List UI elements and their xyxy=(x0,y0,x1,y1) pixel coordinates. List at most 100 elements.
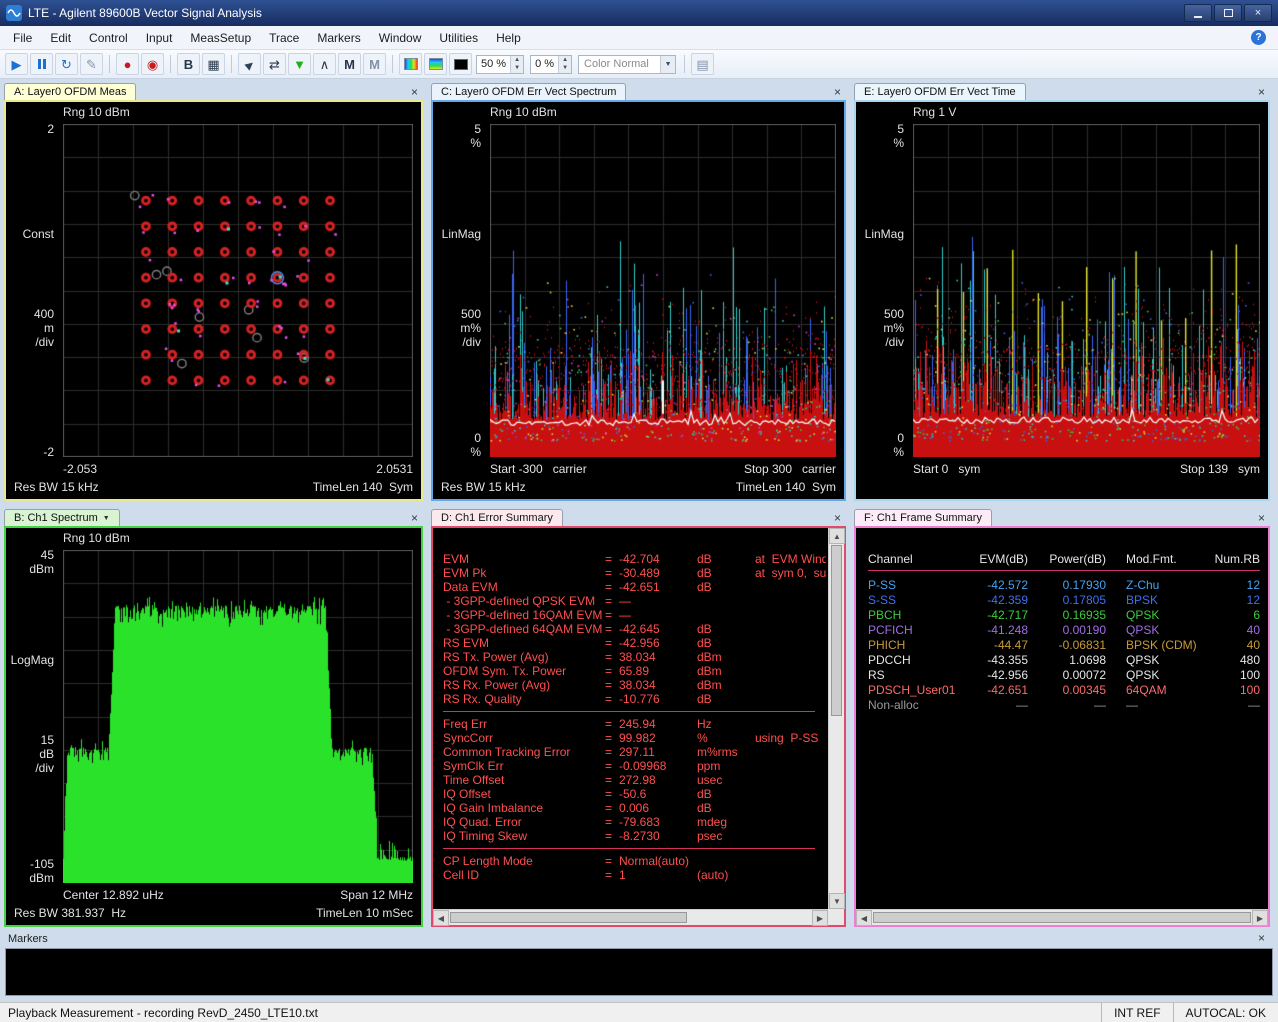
bold-b-button[interactable]: B xyxy=(177,53,200,75)
scroll-left-icon[interactable]: ◀ xyxy=(856,910,872,926)
scroll-thumb[interactable] xyxy=(831,545,842,716)
panel-title: D: Ch1 Error Summary xyxy=(441,512,553,524)
menu-window[interactable]: Window xyxy=(370,26,431,49)
evm-spectrum-plot[interactable] xyxy=(490,124,836,457)
menu-markers[interactable]: Markers xyxy=(308,26,369,49)
scroll-right-icon[interactable]: ▶ xyxy=(1252,910,1268,926)
panel-ofdm-meas: A: Layer0 OFDM Meas × Rng 10 dBm 2 Const… xyxy=(4,82,423,501)
x-axis-labels: -2.0532.0531 xyxy=(63,462,413,477)
maximize-button[interactable] xyxy=(1214,4,1242,22)
vertical-scrollbar[interactable]: ▲ ▼ xyxy=(828,528,844,909)
error-summary-row: RS EVM=-42.956dB xyxy=(443,636,826,650)
frame-summary-rows: P-SS-42.5720.17930Z-Chu12S-SS-42.3590.17… xyxy=(868,578,1262,713)
record-setup-button[interactable]: ◉ xyxy=(141,53,164,75)
record-button[interactable]: ● xyxy=(116,53,139,75)
close-button[interactable]: × xyxy=(1244,4,1272,22)
scroll-left-icon[interactable]: ◀ xyxy=(433,910,449,926)
frame-summary-row[interactable]: PCFICH-41.2480.00190QPSK40 xyxy=(868,623,1262,638)
spectrogram-button[interactable] xyxy=(399,53,422,75)
y-axis-labels: 2 Const 400m/div -2 xyxy=(6,124,59,457)
scroll-up-icon[interactable]: ▲ xyxy=(829,528,845,544)
scroll-down-icon[interactable]: ▼ xyxy=(829,893,845,909)
frame-summary-row[interactable]: PDCCH-43.3551.0698QPSK480 xyxy=(868,653,1262,668)
horizontal-scrollbar[interactable]: ◀ ▶ xyxy=(856,909,1268,925)
zoom-value: 50 % xyxy=(477,58,510,70)
frame-summary-row[interactable]: PBCH-42.7170.16935QPSK6 xyxy=(868,608,1262,623)
close-icon[interactable]: × xyxy=(1253,86,1270,100)
error-summary-row: Time Offset=272.98usec xyxy=(443,773,826,787)
minimize-button[interactable] xyxy=(1184,4,1212,22)
marker-m1-button[interactable]: M xyxy=(338,53,361,75)
close-icon[interactable]: × xyxy=(406,512,423,526)
layout-grid-button[interactable]: ▦ xyxy=(202,53,225,75)
menu-edit[interactable]: Edit xyxy=(41,26,80,49)
menu-control[interactable]: Control xyxy=(80,26,137,49)
constellation-plot[interactable] xyxy=(63,124,413,457)
move-trace-button[interactable]: ⇄ xyxy=(263,53,286,75)
error-summary-row: OFDM Sym. Tx. Power=65.89dBm xyxy=(443,664,826,678)
marker-m2-button[interactable]: M xyxy=(363,53,386,75)
scrollbar-corner xyxy=(828,909,844,925)
frame-summary-row[interactable]: PDSCH_User01-42.6510.0034564QAM100 xyxy=(868,683,1262,698)
edit-button[interactable]: ✎ xyxy=(80,53,103,75)
spin-down-icon[interactable]: ▼ xyxy=(559,64,571,73)
scroll-thumb[interactable] xyxy=(450,912,687,923)
panel-tab-c[interactable]: C: Layer0 OFDM Err Vect Spectrum xyxy=(431,83,626,100)
panel-tab-b[interactable]: B: Ch1 Spectrum▼ xyxy=(4,509,120,526)
spin-down-icon[interactable]: ▼ xyxy=(511,64,523,73)
spin-up-icon[interactable]: ▲ xyxy=(559,56,571,65)
menu-help[interactable]: Help xyxy=(487,26,530,49)
help-icon[interactable]: ? xyxy=(1251,30,1266,45)
evm-time-plot[interactable] xyxy=(913,124,1260,457)
scroll-right-icon[interactable]: ▶ xyxy=(812,910,828,926)
close-icon[interactable]: × xyxy=(1253,932,1270,946)
x-axis-labels: Center 12.892 uHzSpan 12 MHz xyxy=(63,888,413,903)
horizontal-scrollbar[interactable]: ◀ ▶ xyxy=(433,909,828,925)
spin-up-icon[interactable]: ▲ xyxy=(511,56,523,65)
menu-utilities[interactable]: Utilities xyxy=(430,26,487,49)
scroll-thumb[interactable] xyxy=(873,912,1251,923)
spectrum-plot[interactable] xyxy=(63,550,413,883)
peak-search-button[interactable]: ∧ xyxy=(313,53,336,75)
panel-tab-d[interactable]: D: Ch1 Error Summary xyxy=(431,509,563,526)
report-button[interactable]: ▤ xyxy=(691,53,714,75)
frame-summary-row[interactable]: PHICH-44.47-0.06831BPSK (CDM)40 xyxy=(868,638,1262,653)
frame-summary-row[interactable]: S-SS-42.3590.17805BPSK12 xyxy=(868,593,1262,608)
frame-summary-row[interactable]: Non-alloc———— xyxy=(868,698,1262,713)
y-axis-labels: 5% LinMag 500m%/div 0% xyxy=(856,124,909,457)
menu-file[interactable]: File xyxy=(4,26,41,49)
frame-summary-header: Channel EVM(dB) Power(dB) Mod.Fmt. Num.R… xyxy=(868,552,1262,567)
marker-down-button[interactable]: ▼ xyxy=(288,53,311,75)
menu-meassetup[interactable]: MeasSetup xyxy=(181,26,260,49)
chevron-down-icon[interactable]: ▼ xyxy=(103,515,110,522)
close-icon[interactable]: × xyxy=(829,86,846,100)
trigger-spinner[interactable]: 0 % ▲▼ xyxy=(530,55,572,74)
frame-summary-row[interactable]: RS-42.9560.00072QPSK100 xyxy=(868,668,1262,683)
menu-input[interactable]: Input xyxy=(137,26,182,49)
play-button[interactable]: ▶ xyxy=(5,53,28,75)
close-icon[interactable]: × xyxy=(829,512,846,526)
resolution-row: Res BW 15 kHzTimeLen 140 Sym xyxy=(14,480,413,495)
markers-title: Markers xyxy=(8,933,48,945)
panel-tab-f[interactable]: F: Ch1 Frame Summary xyxy=(854,509,992,526)
color-mode-select[interactable]: Color Normal ▼ xyxy=(578,55,676,74)
pointer-button[interactable]: ► xyxy=(238,53,261,75)
display-off-button[interactable] xyxy=(449,53,472,75)
menu-trace[interactable]: Trace xyxy=(260,26,308,49)
close-icon[interactable]: × xyxy=(1253,512,1270,526)
panel-tab-e[interactable]: E: Layer0 OFDM Err Vect Time xyxy=(854,83,1026,100)
panel-tab-a[interactable]: A: Layer0 OFDM Meas xyxy=(4,83,136,100)
waterfall-button[interactable] xyxy=(424,53,447,75)
zoom-spinner[interactable]: 50 % ▲▼ xyxy=(476,55,524,74)
chevron-down-icon[interactable]: ▼ xyxy=(660,56,675,73)
resolution-row: Res BW 15 kHzTimeLen 140 Sym xyxy=(441,480,836,495)
error-summary-row: IQ Timing Skew=-8.2730psec xyxy=(443,829,826,843)
error-summary-row: - 3GPP-defined 16QAM EVM=— xyxy=(443,608,826,622)
status-bar: Playback Measurement - recording RevD_24… xyxy=(0,1002,1278,1022)
frame-summary-row[interactable]: P-SS-42.5720.17930Z-Chu12 xyxy=(868,578,1262,593)
close-icon[interactable]: × xyxy=(406,86,423,100)
range-label: Rng 10 dBm xyxy=(63,531,130,545)
error-summary-row: EVM=-42.704dBat EVM Window xyxy=(443,552,826,566)
pause-button[interactable] xyxy=(30,53,53,75)
restart-button[interactable]: ↻ xyxy=(55,53,78,75)
